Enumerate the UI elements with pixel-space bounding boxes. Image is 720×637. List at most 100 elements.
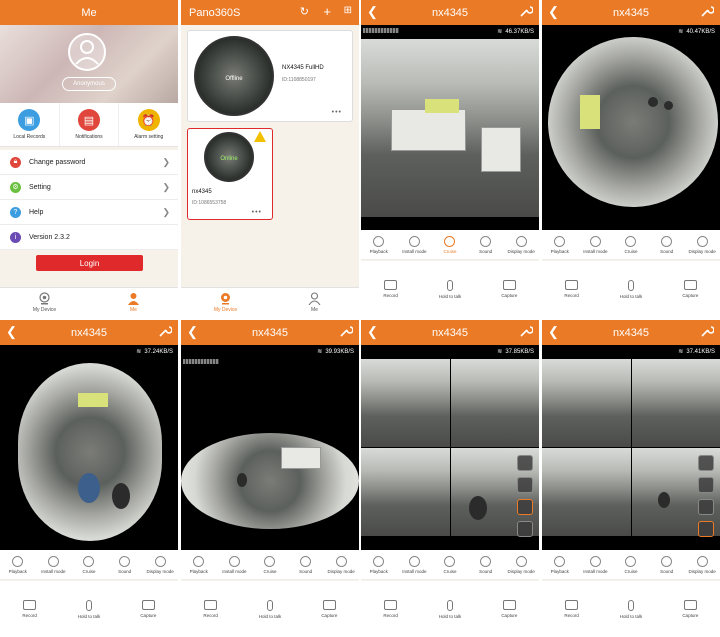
device-card[interactable]: Offline NX4345 FullHD ID:1108850197 ••• bbox=[187, 30, 353, 122]
quad-view-3[interactable] bbox=[361, 448, 450, 536]
hold-to-talk-button[interactable]: Hold to talk bbox=[601, 581, 660, 637]
more-icon[interactable]: ••• bbox=[252, 209, 262, 216]
wrench-icon[interactable] bbox=[700, 324, 715, 338]
install-mode-button[interactable]: Install mode bbox=[397, 230, 433, 259]
tab-my-device[interactable]: My Device bbox=[0, 288, 89, 317]
record-button[interactable]: Record bbox=[361, 261, 420, 317]
tab-me[interactable]: Me bbox=[89, 288, 178, 317]
video-view[interactable]: ≋ 46.37KB/S bbox=[361, 25, 539, 230]
back-icon[interactable]: ❮ bbox=[548, 4, 559, 20]
fisheye-view-icon[interactable] bbox=[698, 455, 714, 471]
fisheye-view-icon[interactable] bbox=[517, 455, 533, 471]
hold-to-talk-button[interactable]: Hold to talk bbox=[59, 581, 118, 637]
playback-button[interactable]: Playback bbox=[542, 550, 578, 579]
hold-to-talk-button[interactable]: Hold to talk bbox=[420, 581, 479, 637]
quad-view-icon[interactable] bbox=[698, 521, 714, 537]
display-mode-button[interactable]: Display mode bbox=[142, 550, 178, 579]
quad-view-3[interactable] bbox=[542, 448, 631, 536]
video-view[interactable]: ≋ 37.85KB/S bbox=[361, 345, 539, 550]
more-icon[interactable]: ••• bbox=[332, 109, 342, 116]
display-mode-button[interactable]: Display mode bbox=[503, 550, 539, 579]
sound-button[interactable]: Sound bbox=[288, 550, 324, 579]
capture-button[interactable]: Capture bbox=[480, 581, 539, 637]
cylinder-view-icon[interactable] bbox=[698, 477, 714, 493]
record-button[interactable]: Record bbox=[542, 581, 601, 637]
quick-notifications[interactable]: ▤ Notifications bbox=[60, 103, 120, 146]
capture-button[interactable]: Capture bbox=[119, 581, 178, 637]
capture-button[interactable]: Capture bbox=[661, 261, 720, 317]
record-button[interactable]: Record bbox=[181, 581, 240, 637]
capture-button[interactable]: Capture bbox=[480, 261, 539, 317]
qr-scan-icon[interactable]: ⊞ bbox=[344, 5, 352, 16]
video-view[interactable]: ≋ 39.93KB/S bbox=[181, 345, 359, 550]
video-view[interactable]: ≋ 37.24KB/S bbox=[0, 345, 178, 550]
device-card-selected[interactable]: Online nx4345 ID:1086553758 ••• bbox=[187, 128, 273, 220]
back-icon[interactable]: ❮ bbox=[6, 324, 17, 340]
quad-view-2[interactable] bbox=[632, 359, 720, 447]
sound-button[interactable]: Sound bbox=[649, 550, 685, 579]
install-mode-button[interactable]: Install mode bbox=[217, 550, 253, 579]
quad-view-1[interactable] bbox=[542, 359, 631, 447]
playback-button[interactable]: Playback bbox=[361, 550, 397, 579]
split-view-icon[interactable] bbox=[517, 499, 533, 515]
login-button[interactable]: Login bbox=[36, 255, 143, 271]
cruise-button[interactable]: Cruise bbox=[613, 550, 649, 579]
back-icon[interactable]: ❮ bbox=[548, 324, 559, 340]
quick-local-records[interactable]: ▣ Local Records bbox=[0, 103, 60, 146]
add-icon[interactable]: + bbox=[323, 4, 331, 19]
back-icon[interactable]: ❮ bbox=[367, 4, 378, 20]
video-view[interactable]: ≋ 40.47KB/S bbox=[542, 25, 720, 230]
display-mode-button[interactable]: Display mode bbox=[323, 550, 359, 579]
wrench-icon[interactable] bbox=[158, 324, 173, 338]
quad-view-1[interactable] bbox=[361, 359, 450, 447]
cruise-button[interactable]: Cruise bbox=[71, 550, 107, 579]
video-view[interactable]: ≋ 37.41KB/S bbox=[542, 345, 720, 550]
playback-button[interactable]: Playback bbox=[0, 550, 36, 579]
hold-to-talk-button[interactable]: Hold to talk bbox=[240, 581, 299, 637]
menu-help[interactable]: ? Help ❯ bbox=[0, 200, 178, 225]
sound-button[interactable]: Sound bbox=[649, 230, 685, 259]
cruise-button[interactable]: Cruise bbox=[613, 230, 649, 259]
playback-button[interactable]: Playback bbox=[361, 230, 397, 259]
cylinder-view-icon[interactable] bbox=[517, 477, 533, 493]
playback-button[interactable]: Playback bbox=[181, 550, 217, 579]
hold-to-talk-button[interactable]: Hold to talk bbox=[601, 261, 660, 317]
split-view-icon[interactable] bbox=[698, 499, 714, 515]
menu-setting[interactable]: ⚙ Setting ❯ bbox=[0, 175, 178, 200]
tab-me[interactable]: Me bbox=[270, 288, 359, 317]
wrench-icon[interactable] bbox=[519, 324, 534, 338]
sound-button[interactable]: Sound bbox=[468, 550, 504, 579]
display-mode-button[interactable]: Display mode bbox=[684, 230, 720, 259]
avatar[interactable] bbox=[68, 33, 106, 71]
record-button[interactable]: Record bbox=[542, 261, 601, 317]
refresh-icon[interactable]: ↻ bbox=[300, 5, 309, 18]
wrench-icon[interactable] bbox=[519, 4, 534, 18]
install-mode-button[interactable]: Install mode bbox=[578, 230, 614, 259]
hold-to-talk-button[interactable]: Hold to talk bbox=[420, 261, 479, 317]
install-mode-button[interactable]: Install mode bbox=[397, 550, 433, 579]
record-button[interactable]: Record bbox=[361, 581, 420, 637]
display-mode-button[interactable]: Display mode bbox=[684, 550, 720, 579]
back-icon[interactable]: ❮ bbox=[367, 324, 378, 340]
install-mode-button[interactable]: Install mode bbox=[578, 550, 614, 579]
back-icon[interactable]: ❮ bbox=[187, 324, 198, 340]
capture-button[interactable]: Capture bbox=[300, 581, 359, 637]
menu-change-password[interactable]: 🔒︎ Change password ❯ bbox=[0, 150, 178, 175]
cruise-button[interactable]: Cruise bbox=[252, 550, 288, 579]
playback-button[interactable]: Playback bbox=[542, 230, 578, 259]
display-mode-button[interactable]: Display mode bbox=[503, 230, 539, 259]
quad-view-2[interactable] bbox=[451, 359, 539, 447]
sound-button[interactable]: Sound bbox=[468, 230, 504, 259]
tab-my-device[interactable]: My Device bbox=[181, 288, 270, 317]
quad-view-icon[interactable] bbox=[517, 521, 533, 537]
wrench-icon[interactable] bbox=[700, 4, 715, 18]
record-button[interactable]: Record bbox=[0, 581, 59, 637]
quick-alarm-setting[interactable]: ⏰ Alarm setting bbox=[119, 103, 178, 146]
wrench-icon[interactable] bbox=[339, 324, 354, 338]
sound-button[interactable]: Sound bbox=[107, 550, 143, 579]
cruise-button[interactable]: Cruise bbox=[432, 550, 468, 579]
install-mode-button[interactable]: Install mode bbox=[36, 550, 72, 579]
cruise-button[interactable]: Cruise bbox=[432, 230, 468, 259]
username-badge[interactable]: Anonymous bbox=[62, 77, 116, 91]
capture-button[interactable]: Capture bbox=[661, 581, 720, 637]
